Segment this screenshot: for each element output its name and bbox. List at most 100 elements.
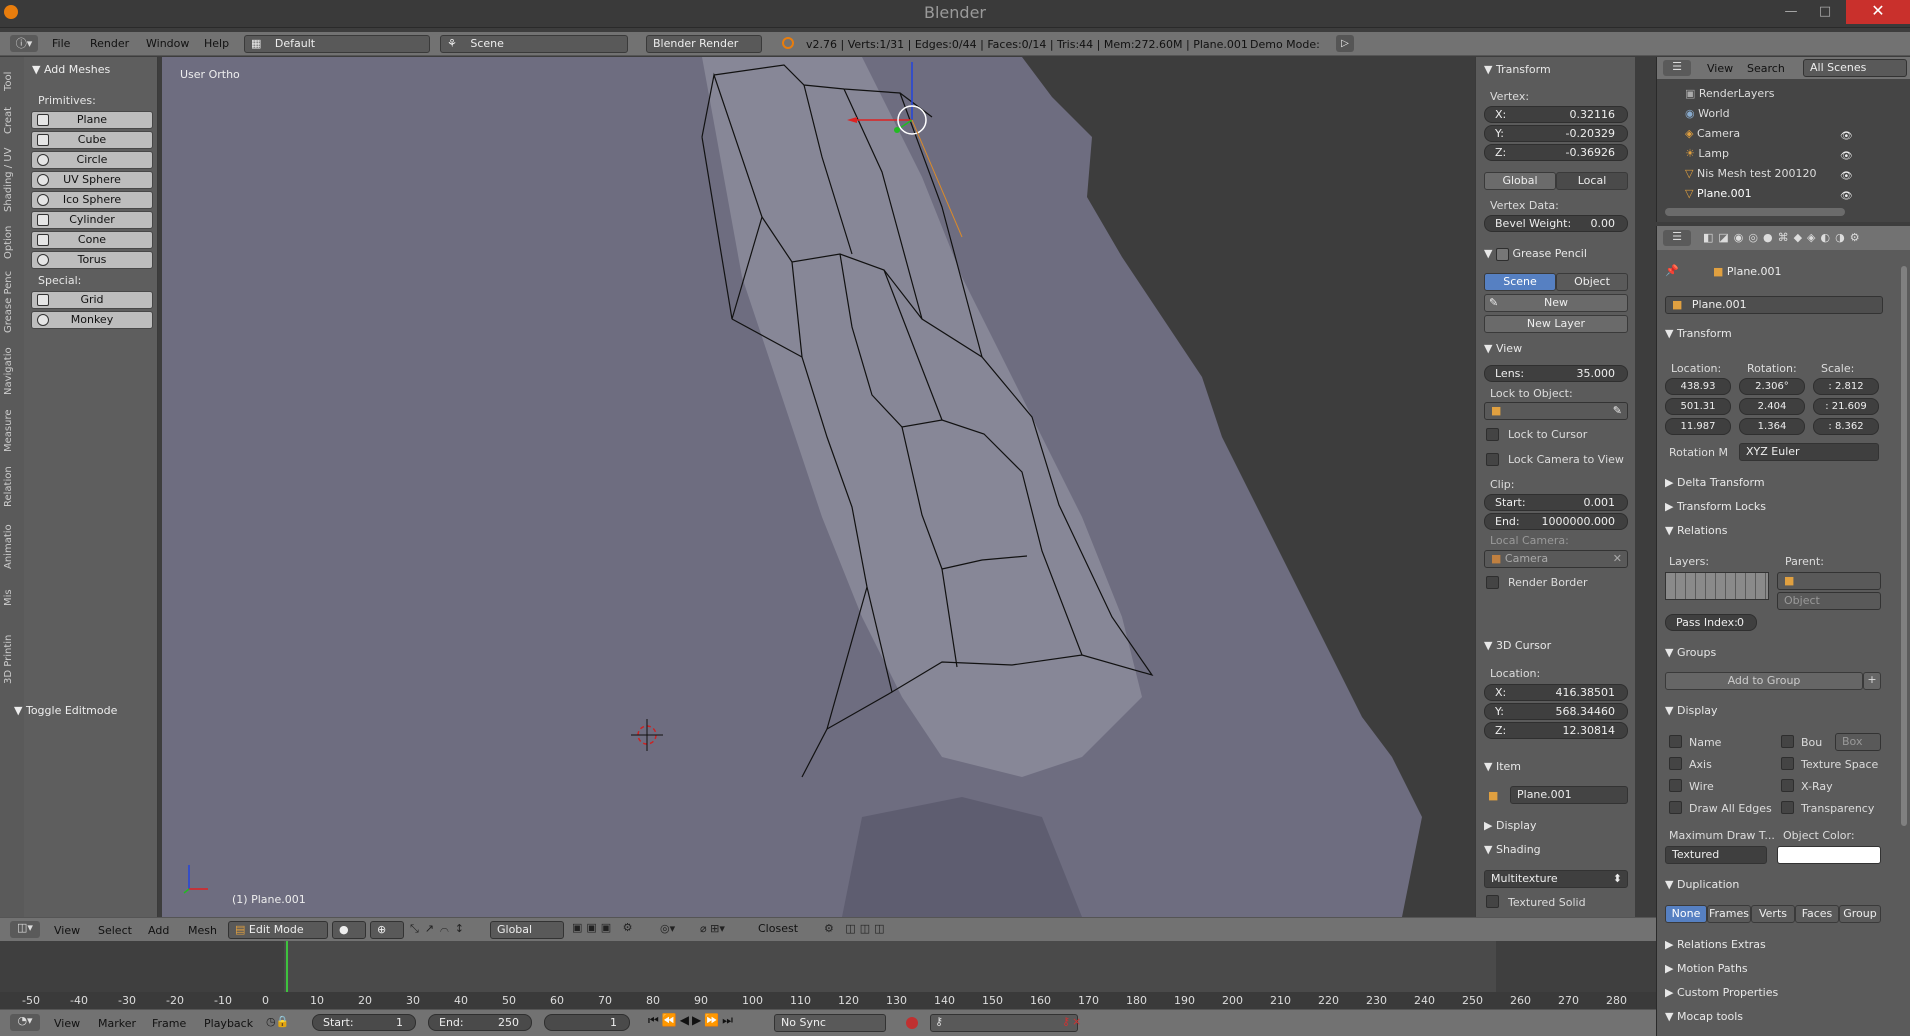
dup-group-button[interactable]: Group [1839, 905, 1881, 923]
outliner-search-menu[interactable]: Search [1747, 62, 1785, 75]
timeline-editor-icon[interactable]: ◔▾ [10, 1014, 40, 1031]
cursor-y-field[interactable]: Y: 568.34460 [1484, 703, 1628, 720]
lock-cursor-checkbox[interactable] [1486, 428, 1499, 441]
parent-field[interactable]: ■ [1777, 572, 1881, 590]
shading-mode-select[interactable]: Multitexture ⬍ [1484, 870, 1628, 888]
motion-paths-header[interactable]: ▶ Motion Paths [1665, 962, 1748, 975]
screen-layout-select[interactable]: ▦ Default [244, 35, 430, 53]
clear-icon[interactable]: ✕ [1613, 552, 1622, 565]
item-name-field[interactable]: Plane.001 [1510, 786, 1628, 804]
scale-x-field[interactable]: : 2.812 [1813, 378, 1879, 395]
visibility-eye-icon[interactable]: 👁 👁 👁 👁 [1840, 127, 1853, 207]
tab-shading-uv[interactable]: Shading / UV [3, 143, 21, 217]
pass-index-field[interactable]: Pass Index: 0 [1665, 614, 1757, 631]
global-button[interactable]: Global [1484, 172, 1556, 190]
add-cone-button[interactable]: Cone [31, 231, 153, 249]
proportional-edit-icon[interactable]: ◎▾ [660, 922, 675, 935]
display-props-header[interactable]: ▼ Display [1665, 704, 1718, 717]
outliner-scrollbar[interactable] [1665, 208, 1845, 216]
mocap-header[interactable]: ▼ Mocap tools [1665, 1010, 1743, 1023]
timeline[interactable]: -50 -40 -30 -20 -10 0 10 20 30 40 50 60 70 80 90 100 110… [0, 941, 1656, 1009]
snap-icons[interactable]: ⌀ ⊞▾ [700, 922, 725, 935]
display-header[interactable]: ▶ Display [1484, 819, 1537, 832]
outliner-editor-icon[interactable]: ☰ [1663, 60, 1691, 76]
timeline-marker-menu[interactable]: Marker [98, 1017, 136, 1030]
menu-render[interactable]: Render [90, 37, 129, 50]
outliner-item-lamp[interactable]: ☀ Lamp [1685, 147, 1729, 165]
shading-header[interactable]: ▼ Shading [1484, 843, 1541, 856]
scene-select[interactable]: ⚘ Scene [440, 35, 628, 53]
object-color-swatch[interactable] [1777, 846, 1881, 864]
current-frame-field[interactable]: 1 [544, 1014, 630, 1031]
tab-grease-pencil[interactable]: Grease Penc [3, 267, 21, 337]
bounds-checkbox[interactable] [1781, 735, 1794, 748]
max-draw-type-select[interactable]: Textured [1665, 846, 1767, 864]
local-button[interactable]: Local [1556, 172, 1628, 190]
transform-locks-header[interactable]: ▶ Transform Locks [1665, 500, 1766, 513]
add-uv-sphere-button[interactable]: UV Sphere [31, 171, 153, 189]
menu-window[interactable]: Window [146, 37, 189, 50]
context-tabs[interactable]: ◧◪◉◎●⌘◆◈◐◑⚙ [1703, 231, 1865, 244]
add-ico-sphere-button[interactable]: Ico Sphere [31, 191, 153, 209]
dup-none-button[interactable]: None [1665, 905, 1707, 923]
add-grid-button[interactable]: Grid [31, 291, 153, 309]
outliner-item-nis-mesh[interactable]: ▽ Nis Mesh test 200120 [1685, 167, 1817, 185]
outliner-item-plane[interactable]: ▽ Plane.001 [1685, 187, 1752, 205]
scale-y-field[interactable]: : 21.609 [1813, 398, 1879, 415]
delta-transform-header[interactable]: ▶ Delta Transform [1665, 476, 1765, 489]
tab-animation[interactable]: Animatio [3, 517, 21, 577]
tab-misc[interactable]: Mis [3, 581, 21, 615]
render-engine-select[interactable]: Blender Render [646, 35, 762, 53]
add-meshes-header[interactable]: ▼ Add Meshes [32, 63, 110, 76]
object-name-field[interactable]: ■ Plane.001 [1665, 296, 1883, 314]
name-checkbox[interactable] [1669, 735, 1682, 748]
sync-select[interactable]: No Sync [774, 1014, 886, 1032]
transform-header[interactable]: ▼ Transform [1484, 63, 1551, 76]
rotation-z-field[interactable]: 1.364 [1739, 418, 1805, 435]
tab-tool[interactable]: Tool [3, 65, 21, 97]
location-y-field[interactable]: 501.31 [1665, 398, 1731, 415]
end-frame-field[interactable]: End: 250 [428, 1014, 532, 1031]
keyframe-icons[interactable]: ⚷⨯ [1062, 1015, 1083, 1028]
cursor-x-field[interactable]: X: 416.38501 [1484, 684, 1628, 701]
select-mode-icons[interactable]: ▣▣▣ ⚙ [572, 921, 637, 934]
cursor-header[interactable]: ▼ 3D Cursor [1484, 639, 1551, 652]
3d-viewport[interactable]: User Ortho (1) Plane.001 [162, 57, 1472, 917]
bounds-type-select[interactable]: Box [1835, 733, 1881, 751]
menu-select[interactable]: Select [98, 924, 132, 937]
location-x-field[interactable]: 438.93 [1665, 378, 1731, 395]
xray-checkbox[interactable] [1781, 779, 1794, 792]
grease-pencil-header[interactable]: ▼ Grease Pencil [1484, 247, 1587, 261]
add-plane-button[interactable]: Plane [31, 111, 153, 129]
item-header[interactable]: ▼ Item [1484, 760, 1521, 773]
texture-space-checkbox[interactable] [1781, 757, 1794, 770]
parent-type-select[interactable]: Object [1777, 592, 1881, 610]
record-icon[interactable] [906, 1017, 918, 1029]
menu-file[interactable]: File [52, 37, 70, 50]
relations-extras-header[interactable]: ▶ Relations Extras [1665, 938, 1766, 951]
axis-checkbox[interactable] [1669, 757, 1682, 770]
local-camera-field[interactable]: ■ Camera ✕ [1484, 550, 1628, 568]
dup-faces-button[interactable]: Faces [1795, 905, 1839, 923]
grease-object-button[interactable]: Object [1556, 273, 1628, 291]
3d-editor-icon[interactable]: ◫▾ [10, 921, 40, 938]
outliner-view-menu[interactable]: View [1707, 62, 1733, 75]
relations-header[interactable]: ▼ Relations [1665, 524, 1727, 537]
play-icon[interactable]: ▷ [1336, 35, 1354, 52]
add-torus-button[interactable]: Torus [31, 251, 153, 269]
tab-measure[interactable]: Measure [3, 405, 21, 457]
new-layer-button[interactable]: New Layer [1484, 315, 1628, 333]
outliner-filter-select[interactable]: All Scenes [1803, 59, 1907, 77]
add-cube-button[interactable]: Cube [31, 131, 153, 149]
transparency-checkbox[interactable] [1781, 801, 1794, 814]
snap-target-select[interactable]: Closest [752, 921, 818, 939]
menu-mesh[interactable]: Mesh [188, 924, 217, 937]
eyedropper-icon[interactable]: ✎ [1613, 404, 1622, 417]
add-cylinder-button[interactable]: Cylinder [31, 211, 153, 229]
timeline-playback-menu[interactable]: Playback [204, 1017, 253, 1030]
props-editor-icon[interactable]: ☰ [1663, 230, 1691, 246]
outliner-item-world[interactable]: ◉ World [1685, 107, 1730, 125]
tab-options[interactable]: Option [3, 221, 21, 263]
tab-create[interactable]: Creat [3, 101, 21, 139]
manipulator-icons[interactable]: ⤡↗⌒↕ [410, 922, 470, 936]
